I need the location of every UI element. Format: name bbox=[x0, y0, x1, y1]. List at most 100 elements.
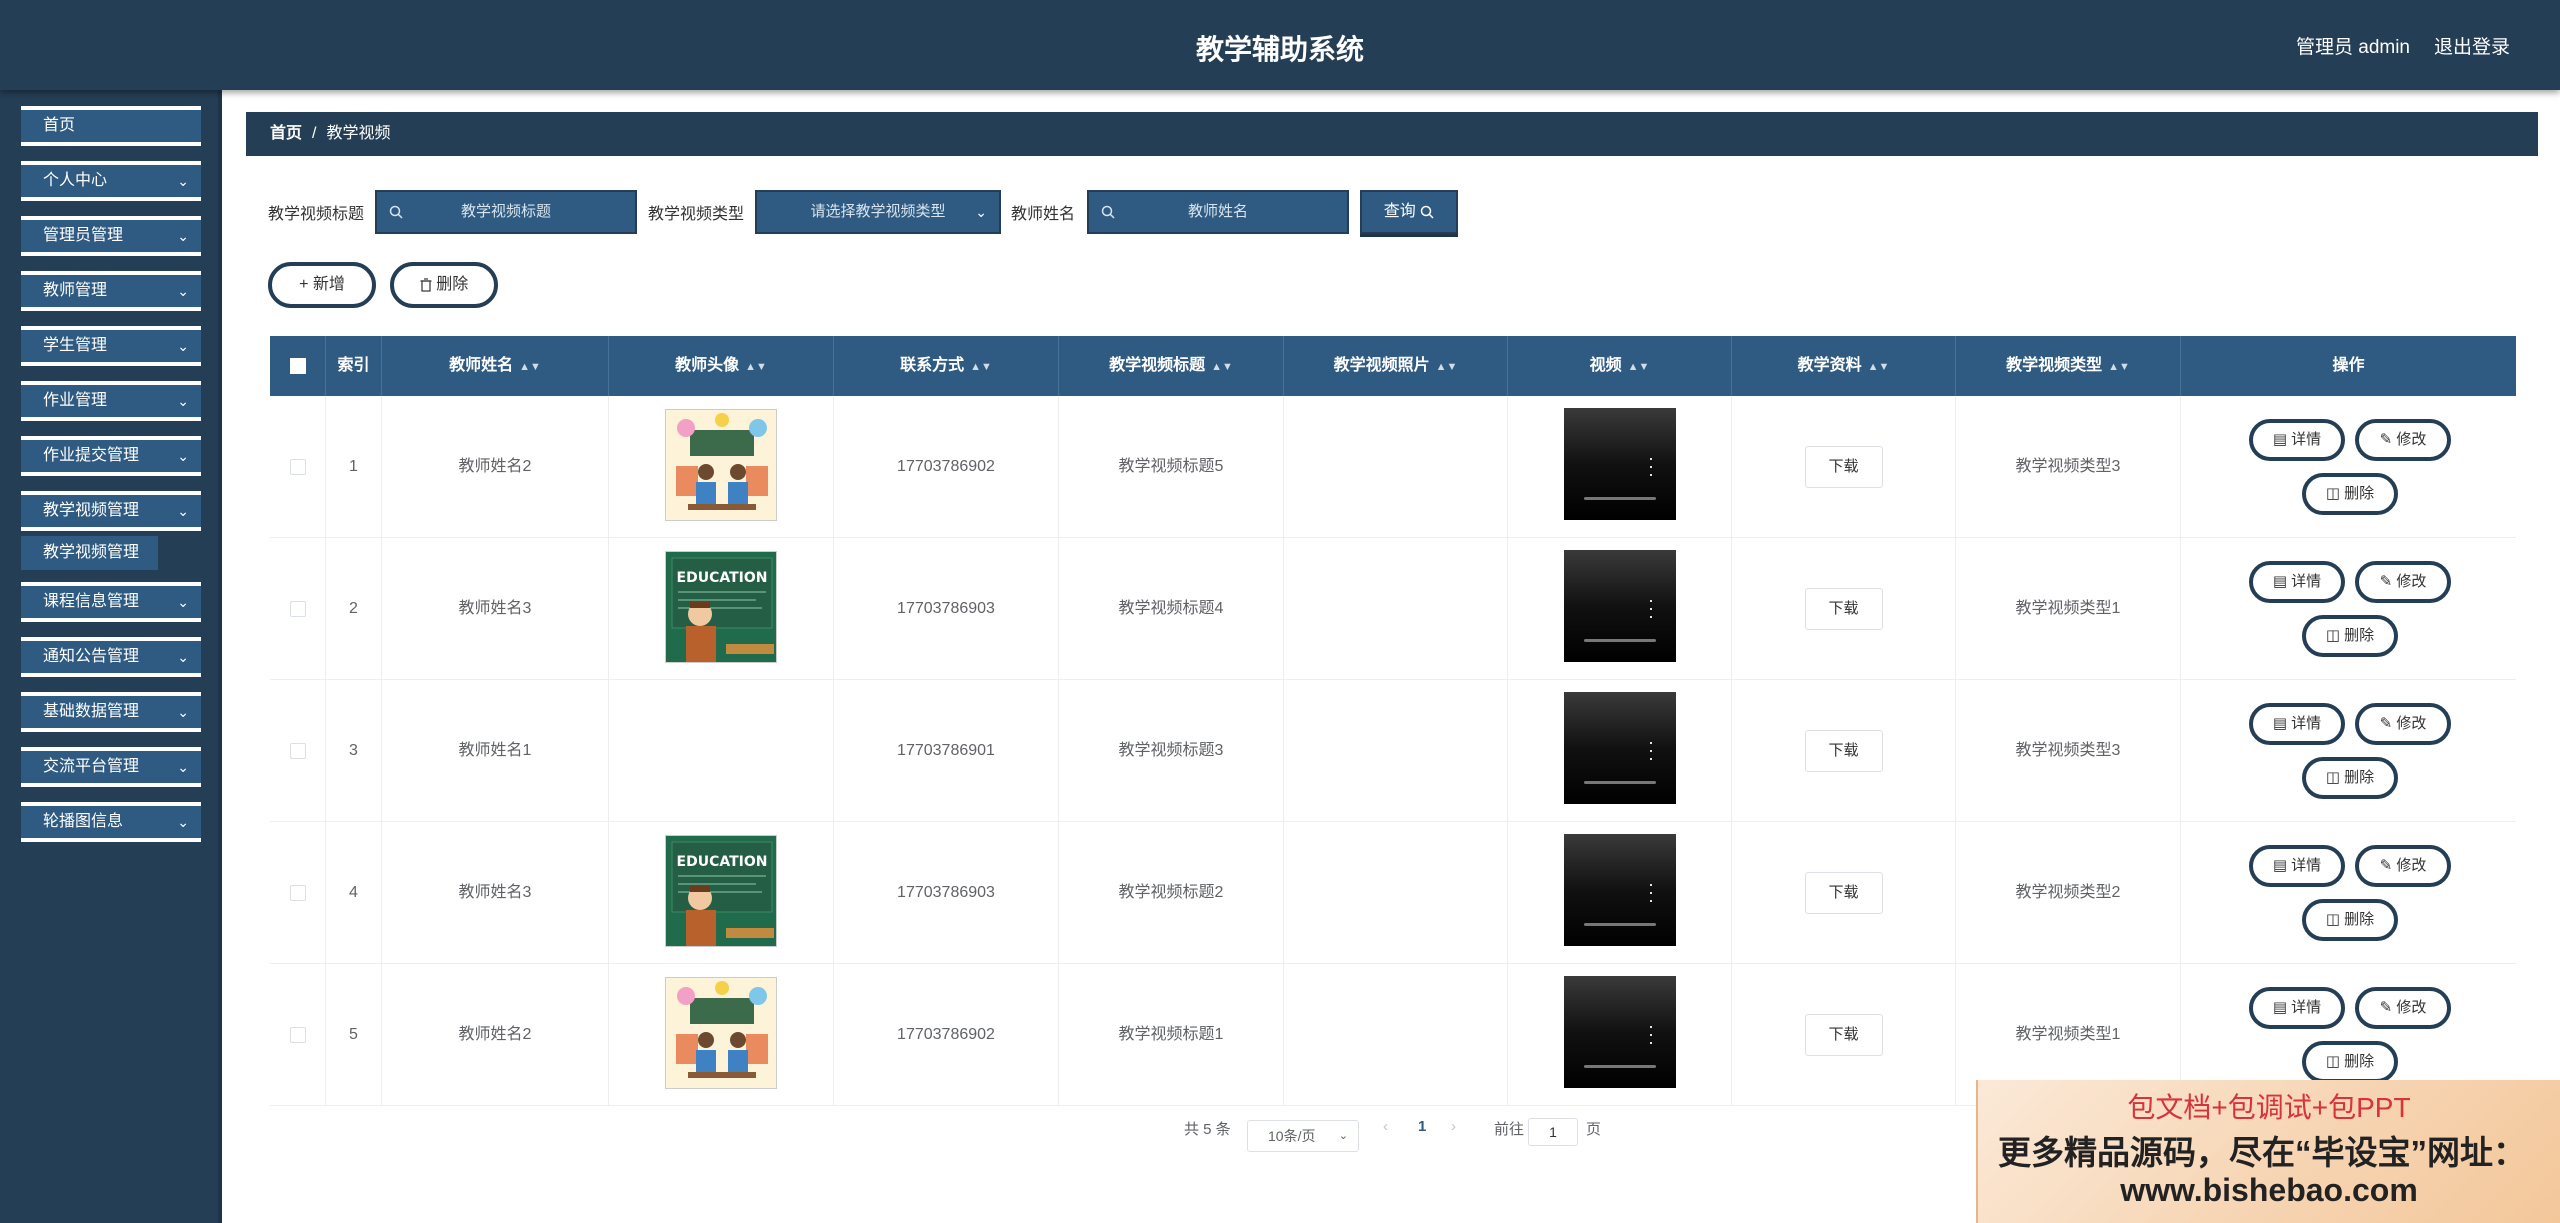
title-search-input[interactable]: 教学视频标题 bbox=[375, 190, 637, 234]
detail-button[interactable]: ▤ 详情 bbox=[2249, 845, 2345, 887]
sidebar-item-personal-center[interactable]: 个人中心 ⌄ bbox=[21, 161, 201, 201]
sort-icon[interactable]: ▲▼ bbox=[1211, 361, 1233, 373]
col-type[interactable]: 教学视频类型 ▲▼ bbox=[1956, 336, 2181, 396]
delete-button[interactable]: ◫ 删除 bbox=[2302, 473, 2398, 515]
video-progress-bar[interactable] bbox=[1584, 497, 1656, 500]
sidebar-item-forum-management[interactable]: 交流平台管理 ⌄ bbox=[21, 747, 201, 787]
row-checkbox[interactable] bbox=[289, 458, 306, 475]
prev-page-icon[interactable]: ‹ bbox=[1383, 1118, 1388, 1135]
row-select-cell[interactable] bbox=[270, 538, 326, 680]
row-checkbox[interactable] bbox=[289, 742, 306, 759]
row-select-cell[interactable] bbox=[270, 396, 326, 538]
page-size-select[interactable]: 10条/页 ⌄ bbox=[1247, 1120, 1359, 1152]
sidebar-item-admin-management[interactable]: 管理员管理 ⌄ bbox=[21, 216, 201, 256]
col-teacher[interactable]: 教师姓名 ▲▼ bbox=[382, 336, 609, 396]
row-checkbox[interactable] bbox=[289, 600, 306, 617]
download-button[interactable]: 下载 bbox=[1804, 871, 1883, 914]
breadcrumb-home[interactable]: 首页 bbox=[270, 125, 302, 142]
col-title[interactable]: 教学视频标题 ▲▼ bbox=[1059, 336, 1284, 396]
row-phone-text: 17703786903 bbox=[897, 600, 995, 617]
video-player[interactable]: · · · bbox=[1564, 408, 1676, 520]
sort-icon[interactable]: ▲▼ bbox=[2108, 361, 2130, 373]
row-checkbox[interactable] bbox=[289, 1026, 306, 1043]
row-select-cell[interactable] bbox=[270, 680, 326, 822]
sort-icon[interactable]: ▲▼ bbox=[1436, 361, 1458, 373]
video-player[interactable]: · · · bbox=[1564, 550, 1676, 662]
table-body: 1 教师姓名2 17703786902 教学视频标题5 · · · 下载 教学视频类型3 ▤ 详情… bbox=[270, 396, 2516, 1106]
row-select-cell[interactable] bbox=[270, 964, 326, 1106]
col-video[interactable]: 视频 ▲▼ bbox=[1508, 336, 1732, 396]
row-phone-text: 17703786902 bbox=[897, 458, 995, 475]
detail-button[interactable]: ▤ 详情 bbox=[2249, 561, 2345, 603]
sidebar-item-base-data[interactable]: 基础数据管理 ⌄ bbox=[21, 692, 201, 732]
col-material[interactable]: 教学资料 ▲▼ bbox=[1732, 336, 1956, 396]
delete-button[interactable]: ◫ 删除 bbox=[2302, 1041, 2398, 1083]
detail-button[interactable]: ▤ 详情 bbox=[2249, 419, 2345, 461]
video-player[interactable]: · · · bbox=[1564, 976, 1676, 1088]
col-photo[interactable]: 教学视频照片 ▲▼ bbox=[1284, 336, 1508, 396]
more-options-icon[interactable]: · · · bbox=[1648, 1017, 1654, 1051]
edit-button[interactable]: ✎ 修改 bbox=[2355, 987, 2451, 1029]
sidebar-item-student-management[interactable]: 学生管理 ⌄ bbox=[21, 326, 201, 366]
detail-button[interactable]: ▤ 详情 bbox=[2249, 987, 2345, 1029]
video-progress-bar[interactable] bbox=[1584, 639, 1656, 642]
more-options-icon[interactable]: · · · bbox=[1648, 875, 1654, 909]
teacher-avatar: EDUCATION bbox=[665, 835, 777, 947]
submenu-item-video-management[interactable]: 教学视频管理 bbox=[21, 536, 158, 570]
select-all-checkbox[interactable] bbox=[289, 357, 306, 374]
add-button[interactable]: + 新增 bbox=[268, 262, 376, 308]
download-button[interactable]: 下载 bbox=[1804, 1013, 1883, 1056]
sidebar-item-home[interactable]: 首页 bbox=[21, 106, 201, 146]
goto-page-input[interactable]: 1 bbox=[1528, 1118, 1578, 1146]
page-number[interactable]: 1 bbox=[1418, 1118, 1426, 1135]
sort-icon[interactable]: ▲▼ bbox=[970, 361, 992, 373]
next-page-icon[interactable]: › bbox=[1451, 1118, 1456, 1135]
edit-button[interactable]: ✎ 修改 bbox=[2355, 703, 2451, 745]
edit-button[interactable]: ✎ 修改 bbox=[2355, 561, 2451, 603]
sidebar-item-notice-management[interactable]: 通知公告管理 ⌄ bbox=[21, 637, 201, 677]
video-progress-bar[interactable] bbox=[1584, 781, 1656, 784]
type-select[interactable]: 请选择教学视频类型 ⌄ bbox=[755, 190, 1001, 234]
sidebar-item-teacher-management[interactable]: 教师管理 ⌄ bbox=[21, 271, 201, 311]
more-options-icon[interactable]: · · · bbox=[1648, 733, 1654, 767]
sort-icon[interactable]: ▲▼ bbox=[1628, 361, 1650, 373]
row-teacher-text: 教师姓名2 bbox=[458, 1026, 532, 1043]
download-button[interactable]: 下载 bbox=[1804, 729, 1883, 772]
video-player[interactable]: · · · bbox=[1564, 834, 1676, 946]
sidebar-item-homework-submission[interactable]: 作业提交管理 ⌄ bbox=[21, 436, 201, 476]
video-progress-bar[interactable] bbox=[1584, 923, 1656, 926]
delete-button[interactable]: ◫ 删除 bbox=[2302, 899, 2398, 941]
col-avatar[interactable]: 教师头像 ▲▼ bbox=[609, 336, 834, 396]
row-checkbox[interactable] bbox=[289, 884, 306, 901]
row-title: 教学视频标题3 bbox=[1059, 680, 1284, 822]
row-select-cell[interactable] bbox=[270, 822, 326, 964]
query-button[interactable]: 查询 bbox=[1360, 190, 1458, 234]
sidebar-item-carousel[interactable]: 轮播图信息 ⌄ bbox=[21, 802, 201, 842]
detail-button[interactable]: ▤ 详情 bbox=[2249, 703, 2345, 745]
sidebar-item-course-management[interactable]: 课程信息管理 ⌄ bbox=[21, 582, 201, 622]
sort-icon[interactable]: ▲▼ bbox=[1868, 361, 1890, 373]
logout-link[interactable]: 退出登录 bbox=[2434, 32, 2510, 59]
sidebar-item-video-management[interactable]: 教学视频管理 ⌄ bbox=[21, 491, 201, 531]
svg-text:EDUCATION: EDUCATION bbox=[677, 854, 768, 870]
edit-button[interactable]: ✎ 修改 bbox=[2355, 845, 2451, 887]
col-phone[interactable]: 联系方式 ▲▼ bbox=[834, 336, 1059, 396]
teacher-search-input[interactable]: 教师姓名 bbox=[1087, 190, 1349, 234]
delete-button[interactable]: ◫ 删除 bbox=[2302, 757, 2398, 799]
download-button[interactable]: 下载 bbox=[1804, 445, 1883, 488]
sort-icon[interactable]: ▲▼ bbox=[745, 361, 767, 373]
row-phone: 17703786903 bbox=[834, 538, 1059, 680]
delete-button[interactable]: ◫ 删除 bbox=[2302, 615, 2398, 657]
more-options-icon[interactable]: · · · bbox=[1648, 449, 1654, 483]
video-player[interactable]: · · · bbox=[1564, 692, 1676, 804]
sidebar-item-homework-management[interactable]: 作业管理 ⌄ bbox=[21, 381, 201, 421]
col-label: 教师头像 bbox=[675, 357, 740, 374]
edit-button[interactable]: ✎ 修改 bbox=[2355, 419, 2451, 461]
select-all-cell[interactable] bbox=[270, 336, 326, 396]
sidebar: 首页 个人中心 ⌄ 管理员管理 ⌄ 教师管理 ⌄ 学生管理 ⌄ 作业管理 ⌄ 作业提交管理… bbox=[0, 90, 220, 1223]
batch-delete-button[interactable]: 删除 bbox=[390, 262, 498, 308]
download-button[interactable]: 下载 bbox=[1804, 587, 1883, 630]
sort-icon[interactable]: ▲▼ bbox=[519, 361, 541, 373]
video-progress-bar[interactable] bbox=[1584, 1065, 1656, 1068]
more-options-icon[interactable]: · · · bbox=[1648, 591, 1654, 625]
